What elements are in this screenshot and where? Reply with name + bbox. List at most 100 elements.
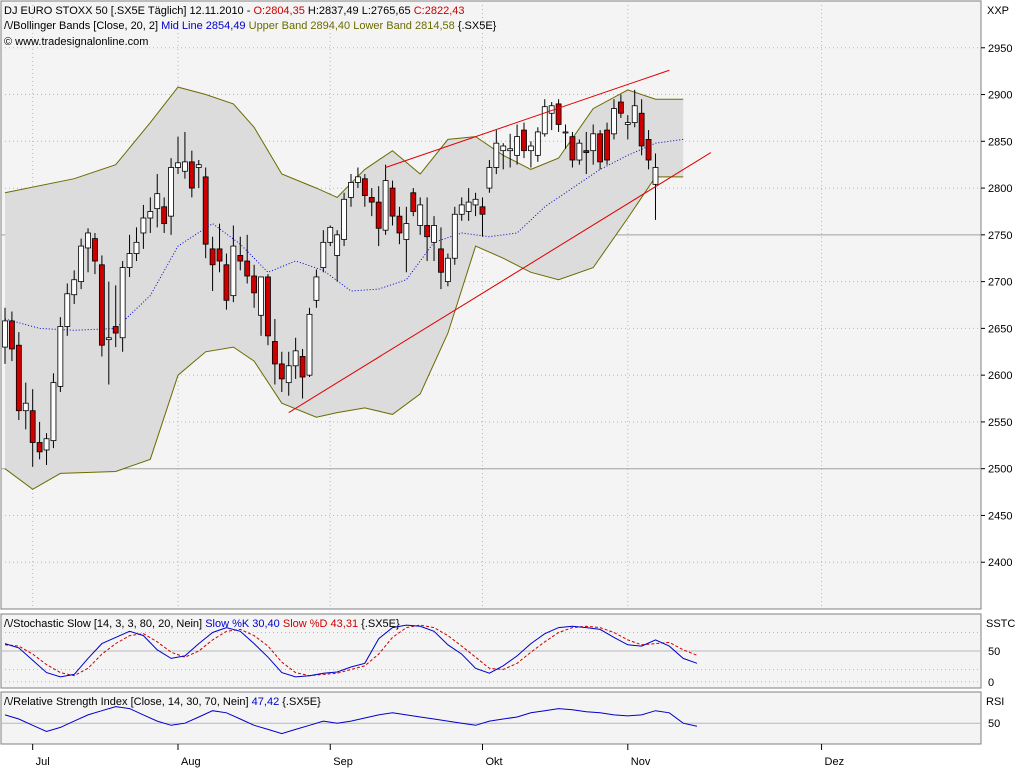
chart-window: 2400245025002550260026502700275028002850… <box>0 0 1024 768</box>
bb-mid: Mid Line 2854,49 <box>161 20 245 32</box>
candle-body-24 <box>169 167 174 216</box>
candle-body-69 <box>480 207 485 214</box>
candle-body-93 <box>646 139 651 160</box>
y-tick-label-2800: 2800 <box>988 183 1012 195</box>
candle-body-22 <box>155 194 160 209</box>
candle-body-94 <box>653 167 658 184</box>
candle-body-36 <box>252 276 257 293</box>
candle-body-32 <box>224 265 229 301</box>
candle-body-10 <box>72 280 77 295</box>
candle-body-30 <box>210 249 215 265</box>
candle-body-65 <box>452 214 457 258</box>
candle-body-16 <box>113 327 118 334</box>
candle-body-51 <box>355 177 360 183</box>
candle-body-83 <box>577 143 582 160</box>
rsi-header: /\/Relative Strength Index [Close, 14, 3… <box>4 696 321 708</box>
candle-body-13 <box>92 239 97 261</box>
candle-body-47 <box>328 227 333 242</box>
candle-body-44 <box>307 314 312 375</box>
y-tick-label-2550: 2550 <box>988 417 1012 429</box>
header-open: O:2804,35 <box>253 5 304 17</box>
candle-body-73 <box>508 149 513 151</box>
candle-body-56 <box>390 188 395 216</box>
candle-body-23 <box>162 207 167 224</box>
candle-body-0 <box>3 321 8 347</box>
candle-body-90 <box>625 123 630 125</box>
candle-body-34 <box>238 255 243 261</box>
rsi-prefix: Relative Strength Index [Close, 14, 30, … <box>13 696 248 708</box>
rsi-value-label: 47,42 <box>252 696 280 708</box>
candle-body-55 <box>383 181 388 231</box>
candle-body-1 <box>9 321 14 349</box>
candle-body-80 <box>556 104 561 125</box>
candle-body-61 <box>425 225 430 236</box>
candle-body-33 <box>231 246 236 296</box>
candle-body-52 <box>362 179 367 196</box>
candle-body-9 <box>65 294 70 327</box>
y-tick-label-2700: 2700 <box>988 277 1012 289</box>
candle-body-81 <box>563 132 568 133</box>
candle-body-3 <box>23 403 28 410</box>
candle-body-86 <box>598 134 603 162</box>
candle-body-91 <box>632 106 637 123</box>
candle-body-71 <box>494 143 499 167</box>
candle-body-39 <box>272 341 277 363</box>
y-tick-label-2750: 2750 <box>988 230 1012 242</box>
bb-suffix: {.SX5E} <box>458 20 497 32</box>
y-tick-label-2900: 2900 <box>988 90 1012 102</box>
candle-body-17 <box>120 268 125 338</box>
candle-body-85 <box>591 134 596 151</box>
stoch-prefix: Stochastic Slow [14, 3, 3, 80, 20, Nein] <box>13 618 202 630</box>
candle-body-42 <box>293 351 298 366</box>
candle-body-45 <box>314 277 319 300</box>
candle-body-31 <box>217 249 222 261</box>
main-header-line2: /\/Bollinger Bands [Close, 20, 2] Mid Li… <box>4 20 497 32</box>
candle-body-37 <box>259 277 264 315</box>
candle-body-43 <box>300 356 305 377</box>
candle-body-21 <box>148 211 153 218</box>
candle-body-57 <box>397 216 402 233</box>
candle-body-89 <box>618 102 623 113</box>
x-tick-label-Nov: Nov <box>631 756 651 768</box>
candle-body-59 <box>411 193 416 212</box>
candle-body-38 <box>265 277 270 336</box>
candle-body-76 <box>528 146 533 151</box>
y-tick-label-2450: 2450 <box>988 510 1012 522</box>
header-low: L:2765,65 <box>362 5 411 17</box>
bb-prefix: Bollinger Bands [Close, 20, 2] <box>13 20 158 32</box>
candle-body-54 <box>376 202 381 228</box>
candle-body-4 <box>30 411 35 443</box>
candle-body-28 <box>196 165 201 168</box>
candle-body-53 <box>369 197 374 202</box>
candle-body-82 <box>570 137 575 160</box>
stoch-k-label: Slow %K 30,40 <box>205 618 280 630</box>
candle-body-35 <box>245 261 250 276</box>
stoch-axis-unit: SSTC <box>986 618 1015 630</box>
stoch-header: /\/Stochastic Slow [14, 3, 3, 80, 20, Ne… <box>4 618 400 630</box>
candle-body-25 <box>176 163 181 168</box>
candle-body-40 <box>279 364 284 379</box>
candle-body-63 <box>438 249 443 272</box>
candle-body-8 <box>58 327 63 387</box>
candle-body-15 <box>106 338 111 340</box>
candle-body-77 <box>535 132 540 155</box>
candle-body-46 <box>321 242 326 267</box>
rsi-tick-label-50: 50 <box>988 718 1000 730</box>
candle-body-7 <box>51 383 56 441</box>
candle-body-6 <box>44 439 49 450</box>
candle-body-67 <box>466 202 471 211</box>
header-instrument: DJ EURO STOXX 50 [.SX5E Täglich] 12.11.2… <box>4 5 253 17</box>
y-tick-label-2950: 2950 <box>988 43 1012 55</box>
candle-body-12 <box>86 233 91 248</box>
candle-body-87 <box>605 130 610 160</box>
chart-svg: 2400245025002550260026502700275028002850… <box>0 0 1024 768</box>
x-tick-label-Okt: Okt <box>485 756 502 768</box>
candle-body-20 <box>141 218 146 233</box>
y-tick-label-2850: 2850 <box>988 136 1012 148</box>
stoch-d-label: Slow %D 43,31 <box>283 618 358 630</box>
main-y-axis: 2400245025002550260026502700275028002850… <box>981 43 1012 569</box>
candle-body-66 <box>459 205 464 214</box>
candle-body-26 <box>182 162 187 171</box>
candle-body-78 <box>542 107 547 134</box>
main-header-line1: DJ EURO STOXX 50 [.SX5E Täglich] 12.11.2… <box>4 5 465 17</box>
